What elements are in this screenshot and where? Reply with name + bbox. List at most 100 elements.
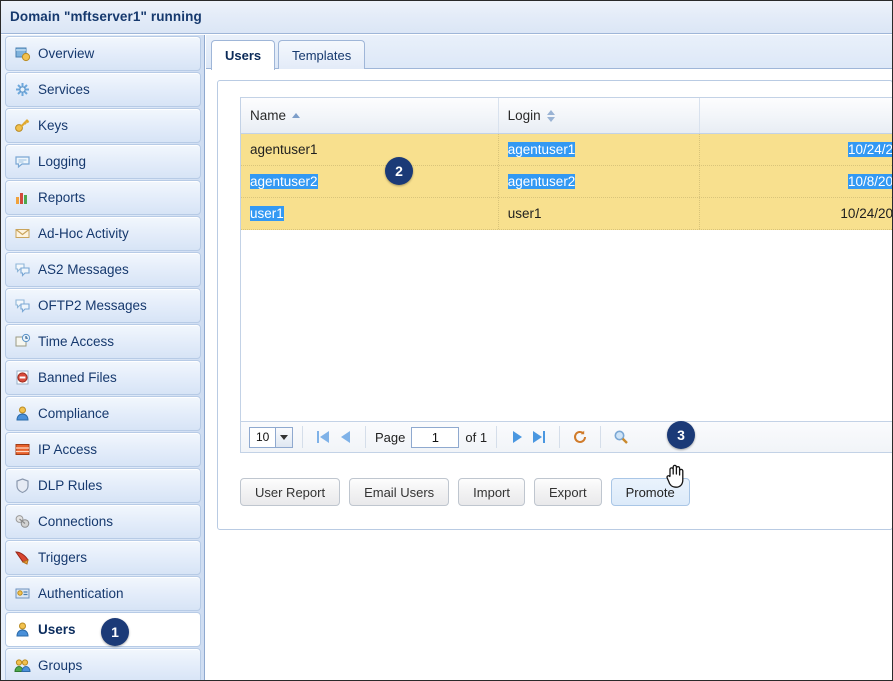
last-page-icon[interactable] <box>528 426 550 448</box>
sidebar-item-label: Keys <box>38 118 68 133</box>
tab-users[interactable]: Users <box>211 40 275 70</box>
action-button-row: User ReportEmail UsersImportExportPromot… <box>240 478 699 506</box>
tab-users-label: Users <box>225 48 261 63</box>
cell-name-text: user1 <box>250 206 284 221</box>
services-gear-icon <box>14 81 31 98</box>
sidebar-item-label: Reports <box>38 190 85 205</box>
column-header-date[interactable] <box>700 98 893 133</box>
import-button[interactable]: Import <box>458 478 525 506</box>
pager-divider <box>600 426 601 448</box>
pointing-hand-cursor <box>664 463 686 494</box>
sidebar-item-groups[interactable]: Groups <box>5 648 201 680</box>
clock-access-icon <box>14 333 31 350</box>
key-icon <box>14 117 31 134</box>
page-size-value: 10 <box>250 430 275 444</box>
users-panel: Name Login agentuser1agentuser110/24/2ag… <box>217 80 893 530</box>
cell-login-text: agentuser1 <box>508 142 576 157</box>
sidebar-item-ip-access[interactable]: IP Access <box>5 432 201 467</box>
sidebar-item-compliance[interactable]: Compliance <box>5 396 201 431</box>
sidebar-item-services[interactable]: Services <box>5 72 201 107</box>
table-row[interactable]: agentuser1 agentuser1 10/24/2 <box>241 134 893 166</box>
pager-divider <box>365 426 366 448</box>
column-header-name[interactable]: Name <box>241 98 499 133</box>
sidebar-item-label: AS2 Messages <box>38 262 129 277</box>
trigger-icon <box>14 549 31 566</box>
sidebar-item-dlp-rules[interactable]: DLP Rules <box>5 468 201 503</box>
messages-icon <box>14 261 31 278</box>
first-page-icon[interactable] <box>312 426 334 448</box>
main-content: Users Templates Name Login <box>206 35 893 680</box>
export-button[interactable]: Export <box>534 478 602 506</box>
cell-date-text: 10/8/20 <box>848 174 893 189</box>
sidebar-item-label: Banned Files <box>38 370 117 385</box>
table-row[interactable]: agentuser2 agentuser2 10/8/20 <box>241 166 893 198</box>
cell-date: 10/8/20 <box>700 166 893 197</box>
user-report-button[interactable]: User Report <box>240 478 340 506</box>
domain-status-title: Domain "mftserver1" running <box>10 9 202 24</box>
envelope-icon <box>14 225 31 242</box>
sidebar-item-label: IP Access <box>38 442 97 457</box>
sidebar-item-banned-files[interactable]: Banned Files <box>5 360 201 395</box>
button-label: Email Users <box>364 485 434 500</box>
cell-date-text: 10/24/2 <box>848 142 893 157</box>
sidebar-item-label: Compliance <box>38 406 109 421</box>
page-size-select[interactable]: 10 <box>249 427 293 448</box>
chevron-down-icon <box>275 428 292 447</box>
column-header-login[interactable]: Login <box>499 98 701 133</box>
page-label: Page <box>375 430 405 445</box>
callout-badge-3: 3 <box>667 421 695 449</box>
sidebar-item-authentication[interactable]: Authentication <box>5 576 201 611</box>
grid-body: agentuser1agentuser110/24/2agentuser2age… <box>241 134 893 230</box>
sidebar-item-time-access[interactable]: Time Access <box>5 324 201 359</box>
sidebar-item-triggers[interactable]: Triggers <box>5 540 201 575</box>
title-bar: Domain "mftserver1" running <box>1 1 892 34</box>
page-number-input[interactable] <box>411 427 459 448</box>
email-users-button[interactable]: Email Users <box>349 478 449 506</box>
grid-header-row: Name Login <box>241 98 893 134</box>
cell-name-text: agentuser2 <box>250 174 318 189</box>
button-label: Export <box>549 485 587 500</box>
cell-login: agentuser2 <box>499 166 701 197</box>
tab-templates[interactable]: Templates <box>278 40 365 69</box>
sidebar-item-logging[interactable]: Logging <box>5 144 201 179</box>
callout-badge-2: 2 <box>385 157 413 185</box>
cell-name: user1 <box>241 198 499 229</box>
users-grid: Name Login agentuser1agentuser110/24/2ag… <box>240 97 893 422</box>
next-page-icon[interactable] <box>506 426 528 448</box>
sidebar-item-label: Ad-Hoc Activity <box>38 226 129 241</box>
sidebar-navigation: OverviewServices Keys Logging Reports Ad-Hoc… <box>1 35 205 680</box>
shield-icon <box>14 477 31 494</box>
sort-ascending-icon <box>292 113 300 118</box>
group-icon <box>14 657 31 674</box>
sidebar-item-as2-messages[interactable]: AS2 Messages <box>5 252 201 287</box>
grid-pager-toolbar: 10 Page of 1 <box>240 422 893 453</box>
pager-divider <box>496 426 497 448</box>
tab-strip: Users Templates <box>206 35 893 69</box>
sidebar-item-keys[interactable]: Keys <box>5 108 201 143</box>
sidebar-item-ad-hoc-activity[interactable]: Ad-Hoc Activity <box>5 216 201 251</box>
table-row[interactable]: user1user110/24/20 <box>241 198 893 230</box>
sidebar-item-label: Authentication <box>38 586 124 601</box>
search-icon[interactable] <box>610 426 632 448</box>
grid-empty-area <box>241 230 893 365</box>
ip-access-icon <box>14 441 31 458</box>
cell-login-text: user1 <box>508 206 542 221</box>
cell-name: agentuser2 <box>241 166 499 197</box>
sidebar-item-reports[interactable]: Reports <box>5 180 201 215</box>
refresh-icon[interactable] <box>569 426 591 448</box>
sidebar-item-connections[interactable]: Connections <box>5 504 201 539</box>
cell-login: agentuser1 <box>499 134 701 165</box>
application-window: Domain "mftserver1" running OverviewServ… <box>0 0 893 681</box>
callout-badge-1: 1 <box>101 618 129 646</box>
sidebar-item-overview[interactable]: Overview <box>5 36 201 71</box>
cell-date: 10/24/2 <box>700 134 893 165</box>
sidebar-item-label: Logging <box>38 154 86 169</box>
banned-file-icon <box>14 369 31 386</box>
cell-name: agentuser1 <box>241 134 499 165</box>
sort-none-icon <box>547 110 555 122</box>
sidebar-item-label: Time Access <box>38 334 114 349</box>
column-header-login-label: Login <box>508 108 541 123</box>
previous-page-icon[interactable] <box>334 426 356 448</box>
bar-chart-icon <box>14 189 31 206</box>
sidebar-item-oftp2-messages[interactable]: OFTP2 Messages <box>5 288 201 323</box>
